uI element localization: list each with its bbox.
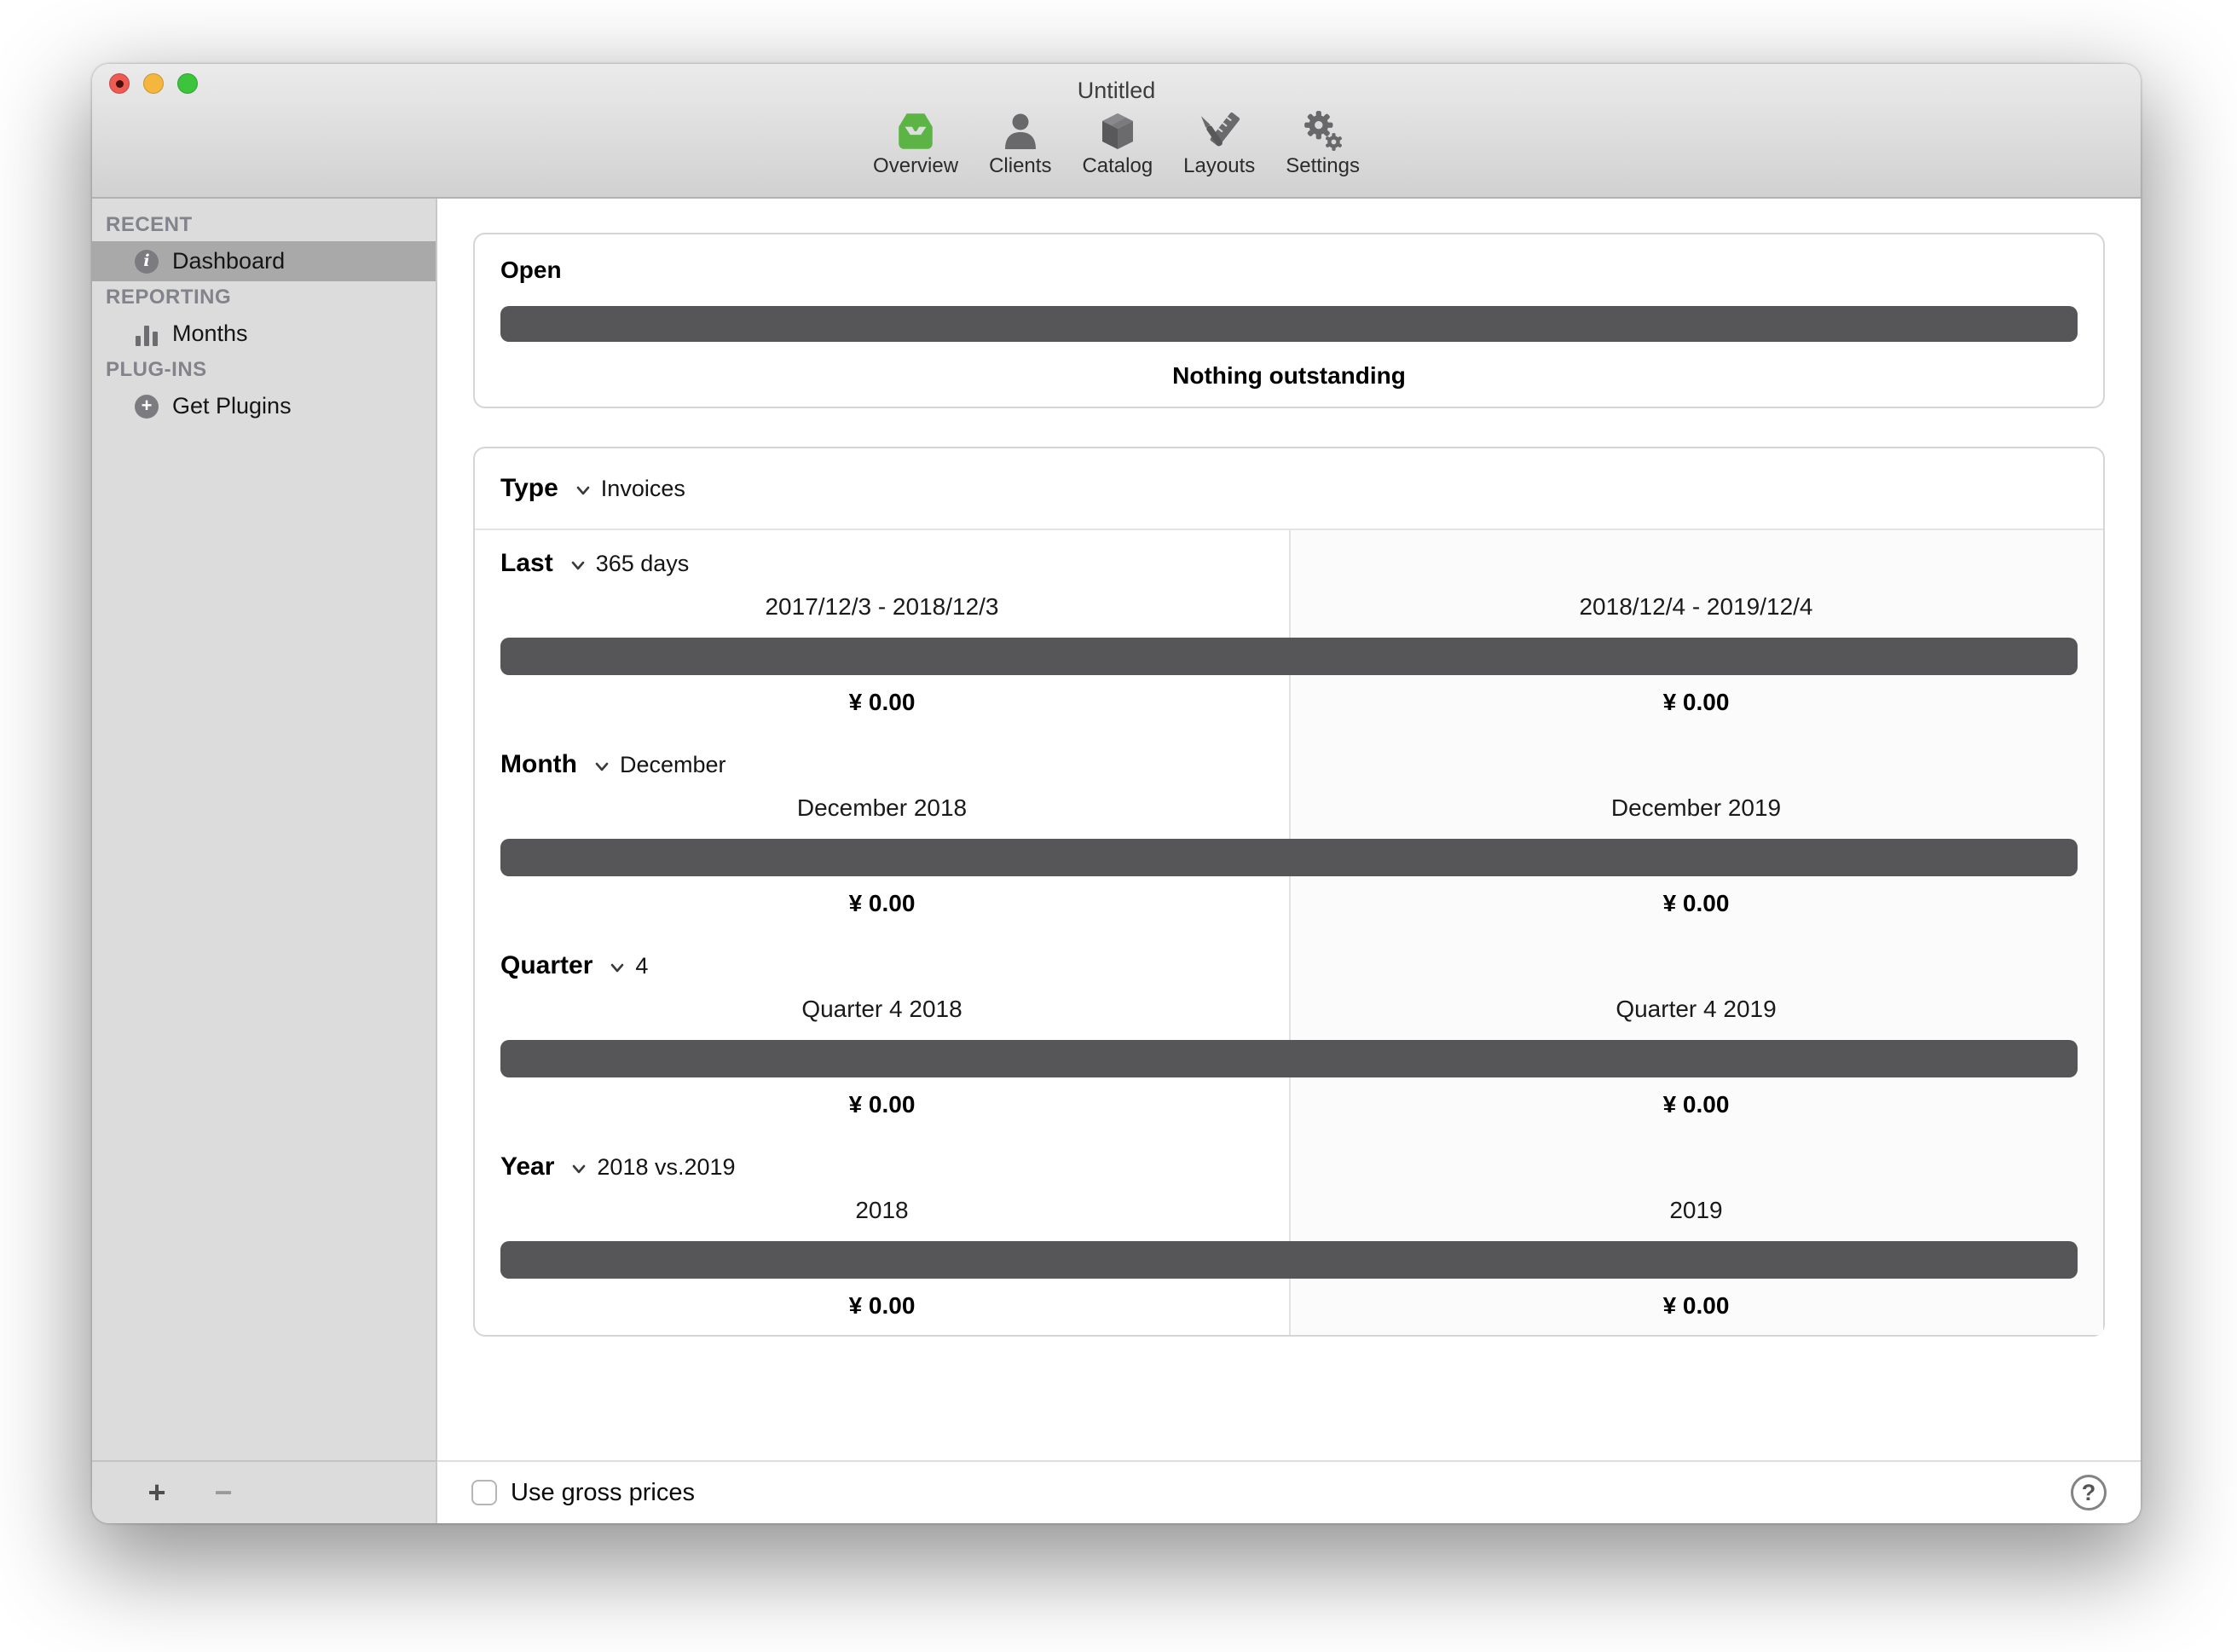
clients-person-icon xyxy=(999,109,1042,153)
toolbar-item-layouts[interactable]: Layouts xyxy=(1183,109,1255,177)
row-value[interactable]: 2018 vs.2019 xyxy=(597,1154,735,1181)
period-header-left: Quarter 4 2018 xyxy=(475,992,1289,1026)
chevron-down-icon[interactable] xyxy=(568,1158,590,1180)
period-header-left: 2017/12/3 - 2018/12/3 xyxy=(475,590,1289,624)
sidebar-section-plugins: PLUG-INS xyxy=(92,354,436,386)
chevron-down-icon[interactable] xyxy=(606,956,628,979)
zoom-button[interactable] xyxy=(177,73,198,94)
amount-left: ¥ 0.00 xyxy=(475,1289,1289,1323)
use-gross-prices-label: Use gross prices xyxy=(511,1479,695,1507)
comparison-bar xyxy=(500,839,2078,876)
amount-left: ¥ 0.00 xyxy=(475,685,1289,719)
comparison-bar xyxy=(500,1040,2078,1077)
close-button[interactable] xyxy=(109,73,130,94)
settings-gears-icon xyxy=(1301,109,1345,153)
comparison-bar xyxy=(500,638,2078,675)
main-footer: Use gross prices ? xyxy=(437,1460,2141,1523)
info-icon: i xyxy=(135,250,159,274)
toolbar: Overview Clients xyxy=(92,109,2141,177)
chevron-down-icon[interactable] xyxy=(567,554,589,576)
desktop-background: Untitled Overview xyxy=(0,0,2237,1652)
sidebar-item-months[interactable]: Months xyxy=(92,314,436,354)
row-label: Quarter xyxy=(500,951,592,980)
plus-circle-icon: + xyxy=(135,395,159,419)
row-label: Month xyxy=(500,750,577,779)
compare-row-month: Month December December 2018 December 20… xyxy=(475,731,2103,933)
toolbar-item-label: Layouts xyxy=(1183,155,1255,177)
sidebar-item-label: Months xyxy=(172,321,248,347)
open-panel: Open Nothing outstanding xyxy=(473,233,2105,408)
comparison-bar xyxy=(500,1241,2078,1279)
toolbar-item-label: Overview xyxy=(873,155,958,177)
toolbar-item-overview[interactable]: Overview xyxy=(873,109,958,177)
amount-left: ¥ 0.00 xyxy=(475,1088,1289,1122)
compare-row-quarter: Quarter 4 Quarter 4 2018 Quarter 4 2019 xyxy=(475,933,2103,1134)
period-header-right: 2018/12/4 - 2019/12/4 xyxy=(1289,590,2103,624)
main-content: Open Nothing outstanding Type Invoices xyxy=(437,199,2141,1460)
amount-right: ¥ 0.00 xyxy=(1289,887,2103,921)
app-window: Untitled Overview xyxy=(92,64,2141,1523)
row-value[interactable]: 365 days xyxy=(596,551,690,577)
row-label: Year xyxy=(500,1152,554,1181)
titlebar: Untitled Overview xyxy=(92,64,2141,199)
sidebar-footer: + − xyxy=(92,1460,437,1523)
window-title: Untitled xyxy=(92,64,2141,104)
minimize-button[interactable] xyxy=(143,73,164,94)
sidebar-item-label: Get Plugins xyxy=(172,393,292,419)
toolbar-item-label: Catalog xyxy=(1082,155,1153,177)
row-label: Last xyxy=(500,549,553,578)
chevron-down-icon[interactable] xyxy=(572,479,594,501)
help-button[interactable]: ? xyxy=(2071,1475,2107,1510)
chevron-down-icon[interactable] xyxy=(591,755,613,777)
amount-left: ¥ 0.00 xyxy=(475,887,1289,921)
sidebar: RECENT i Dashboard REPORTING Months PLUG… xyxy=(92,199,437,1460)
layouts-brush-ruler-icon xyxy=(1197,109,1241,153)
period-header-left: December 2018 xyxy=(475,791,1289,825)
period-header-left: 2018 xyxy=(475,1193,1289,1227)
add-button[interactable]: + xyxy=(145,1477,169,1508)
type-value[interactable]: Invoices xyxy=(601,476,685,502)
toolbar-item-catalog[interactable]: Catalog xyxy=(1082,109,1153,177)
use-gross-prices-checkbox[interactable] xyxy=(471,1480,497,1505)
open-outstanding-bar xyxy=(500,306,2078,342)
open-empty-message: Nothing outstanding xyxy=(500,362,2078,390)
amount-right: ¥ 0.00 xyxy=(1289,1289,2103,1323)
sidebar-item-get-plugins[interactable]: + Get Plugins xyxy=(92,386,436,426)
period-header-right: 2019 xyxy=(1289,1193,2103,1227)
sidebar-section-recent: RECENT xyxy=(92,209,436,241)
row-value[interactable]: December xyxy=(620,752,726,778)
toolbar-item-label: Clients xyxy=(989,155,1051,177)
row-value[interactable]: 4 xyxy=(635,953,648,979)
sidebar-item-label: Dashboard xyxy=(172,248,285,274)
footer-bar: + − Use gross prices ? xyxy=(92,1460,2141,1523)
bar-chart-icon xyxy=(135,322,159,346)
overview-tray-icon xyxy=(893,109,938,153)
sidebar-section-reporting: REPORTING xyxy=(92,281,436,314)
traffic-lights xyxy=(109,73,198,94)
sidebar-item-dashboard[interactable]: i Dashboard xyxy=(92,241,436,281)
amount-right: ¥ 0.00 xyxy=(1289,1088,2103,1122)
compare-row-year: Year 2018 vs.2019 2018 2019 xyxy=(475,1134,2103,1335)
toolbar-item-settings[interactable]: Settings xyxy=(1286,109,1360,177)
remove-button[interactable]: − xyxy=(211,1477,235,1508)
type-label: Type xyxy=(500,474,558,503)
period-header-right: December 2019 xyxy=(1289,791,2103,825)
period-header-right: Quarter 4 2019 xyxy=(1289,992,2103,1026)
compare-row-last: Last 365 days 2017/12/3 - 2018/12/3 2018… xyxy=(475,530,2103,731)
toolbar-item-label: Settings xyxy=(1286,155,1360,177)
type-selector-row: Type Invoices xyxy=(475,448,2103,530)
open-panel-title: Open xyxy=(500,257,2078,284)
comparison-panel: Type Invoices Last xyxy=(473,447,2105,1337)
comparison-body: Last 365 days 2017/12/3 - 2018/12/3 2018… xyxy=(475,530,2103,1335)
toolbar-item-clients[interactable]: Clients xyxy=(989,109,1051,177)
catalog-box-icon xyxy=(1096,109,1139,153)
amount-right: ¥ 0.00 xyxy=(1289,685,2103,719)
